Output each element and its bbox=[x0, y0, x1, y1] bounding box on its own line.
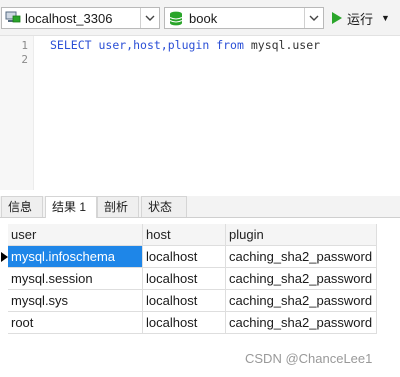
table-row[interactable]: mysql.session localhost caching_sha2_pas… bbox=[0, 268, 378, 290]
result-tabs: 信息 结果 1 剖析 状态 bbox=[0, 196, 400, 218]
play-icon bbox=[331, 11, 343, 25]
sql-keyword: from bbox=[216, 38, 244, 52]
current-row-pointer-icon bbox=[0, 246, 8, 268]
watermark: CSDN @ChanceLee1 bbox=[245, 351, 373, 366]
tab-status[interactable]: 状态 bbox=[141, 196, 187, 217]
connection-icon bbox=[5, 11, 21, 25]
table-cell[interactable]: localhost bbox=[143, 290, 226, 312]
tab-info[interactable]: 信息 bbox=[1, 196, 43, 217]
table-cell[interactable]: caching_sha2_password bbox=[226, 290, 377, 312]
toolbar: localhost_3306 book 运行 ▼ bbox=[0, 0, 400, 36]
table-cell[interactable]: mysql.sys bbox=[8, 290, 143, 312]
table-cell[interactable]: mysql.infoschema bbox=[8, 246, 143, 268]
table-row[interactable]: mysql.sys localhost caching_sha2_passwor… bbox=[0, 290, 378, 312]
sql-editor[interactable]: 1 2 SELECT user,host,plugin from mysql.u… bbox=[0, 36, 400, 190]
line-number: 1 bbox=[21, 39, 28, 52]
chevron-down-icon[interactable] bbox=[304, 8, 323, 28]
sql-columns: user,host,plugin bbox=[98, 38, 210, 52]
sql-table: mysql.user bbox=[250, 38, 321, 52]
table-header: user host plugin bbox=[0, 224, 378, 246]
column-header[interactable]: user bbox=[8, 224, 143, 246]
table-cell[interactable]: localhost bbox=[143, 312, 226, 334]
chevron-down-icon[interactable] bbox=[140, 8, 159, 28]
table-row[interactable]: mysql.infoschema localhost caching_sha2_… bbox=[0, 246, 378, 268]
dropdown-caret-icon[interactable]: ▼ bbox=[381, 13, 390, 23]
tab-profile[interactable]: 剖析 bbox=[97, 196, 139, 217]
database-icon bbox=[169, 11, 183, 26]
sql-query[interactable]: SELECT user,host,plugin from mysql.user bbox=[50, 38, 320, 52]
table-cell[interactable]: caching_sha2_password bbox=[226, 312, 377, 334]
run-button[interactable]: 运行 ▼ bbox=[331, 7, 390, 29]
table-cell[interactable]: caching_sha2_password bbox=[226, 268, 377, 290]
database-select[interactable]: book bbox=[164, 7, 324, 29]
connection-label: localhost_3306 bbox=[25, 10, 113, 26]
line-number-gutter: 1 2 bbox=[0, 36, 34, 190]
sql-keyword: SELECT bbox=[50, 38, 92, 52]
database-label: book bbox=[189, 10, 218, 26]
run-label: 运行 bbox=[347, 11, 374, 27]
tab-result-1[interactable]: 结果 1 bbox=[45, 196, 97, 218]
line-number: 2 bbox=[21, 53, 28, 66]
column-header[interactable]: host bbox=[143, 224, 226, 246]
connection-select[interactable]: localhost_3306 bbox=[1, 7, 160, 29]
column-header[interactable]: plugin bbox=[226, 224, 377, 246]
table-cell[interactable]: root bbox=[8, 312, 143, 334]
table-cell[interactable]: localhost bbox=[143, 246, 226, 268]
table-cell[interactable]: localhost bbox=[143, 268, 226, 290]
table-cell[interactable]: mysql.session bbox=[8, 268, 143, 290]
table-row[interactable]: root localhost caching_sha2_password bbox=[0, 312, 378, 334]
table-cell[interactable]: caching_sha2_password bbox=[226, 246, 377, 268]
